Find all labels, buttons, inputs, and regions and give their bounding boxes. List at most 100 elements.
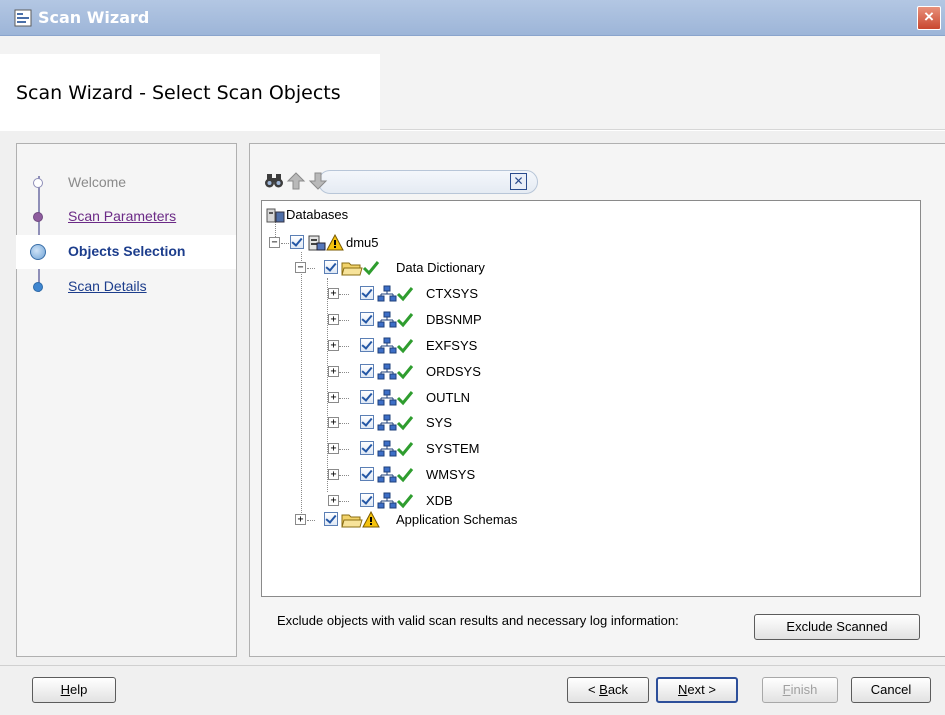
expand-icon[interactable]: + — [295, 514, 306, 525]
step-welcome[interactable]: Welcome — [16, 166, 236, 200]
current-step-icon — [30, 244, 46, 260]
tree-checkbox[interactable] — [360, 467, 374, 481]
tree-node-application-schemas[interactable]: + Application Schemas — [294, 510, 594, 530]
clear-filter-icon: ✕ — [513, 174, 524, 188]
page-title: Scan Wizard - Select Scan Objects — [16, 82, 341, 104]
tree-node-schema[interactable]: + EXFSYS — [328, 336, 628, 356]
expand-icon[interactable]: + — [328, 443, 339, 454]
tree-node-label: XDB — [426, 493, 453, 508]
tree-node-schema[interactable]: + CTXSYS — [328, 284, 628, 304]
close-icon: × — [924, 7, 934, 26]
schema-icon — [377, 492, 397, 509]
step-dot-icon — [33, 178, 43, 188]
tree-node-label: SYS — [426, 415, 453, 430]
tree-node-label: EXFSYS — [426, 338, 478, 353]
tree-checkbox[interactable] — [324, 260, 338, 274]
finish-button[interactable]: Finish — [762, 677, 838, 703]
valid-check-icon — [396, 416, 414, 431]
title-bar: Scan Wizard × — [0, 0, 945, 36]
warning-icon — [362, 511, 380, 528]
expand-icon[interactable]: + — [328, 314, 339, 325]
wizard-header: Scan Wizard - Select Scan Objects — [0, 36, 945, 130]
valid-check-icon — [396, 494, 414, 509]
expand-icon[interactable]: + — [328, 288, 339, 299]
collapse-icon[interactable]: − — [269, 237, 280, 248]
warning-icon — [326, 234, 344, 251]
arrow-down-icon[interactable] — [308, 171, 328, 191]
schema-icon — [377, 440, 397, 457]
schema-icon — [377, 466, 397, 483]
valid-check-icon — [396, 391, 414, 406]
tree-node-label: OUTLN — [426, 390, 471, 405]
close-window-button[interactable]: × — [917, 6, 941, 30]
schema-icon — [377, 337, 397, 354]
step-scan-details-label[interactable]: Scan Details — [68, 278, 147, 294]
step-objects-selection-label: Objects Selection — [68, 243, 186, 259]
valid-check-icon — [362, 261, 380, 276]
tree-checkbox[interactable] — [360, 390, 374, 404]
tree-node-label: SYSTEM — [426, 441, 480, 456]
step-objects-selection[interactable]: Objects Selection — [16, 235, 236, 269]
filter-field[interactable] — [318, 170, 538, 194]
tree-checkbox[interactable] — [360, 493, 374, 507]
folder-open-icon — [341, 262, 363, 276]
tree-checkbox[interactable] — [360, 286, 374, 300]
objects-tree[interactable]: Databases − dmu5 − Data Dictionary + CTX… — [261, 200, 921, 597]
window-title: Scan Wizard — [38, 8, 150, 27]
valid-check-icon — [396, 287, 414, 302]
exclude-scanned-button[interactable]: Exclude Scanned — [754, 614, 920, 640]
tree-node-label: DBSNMP — [426, 312, 482, 327]
valid-check-icon — [396, 468, 414, 483]
tree-checkbox[interactable] — [360, 364, 374, 378]
tree-node-schema[interactable]: + ORDSYS — [328, 362, 628, 382]
tree-node-data-dictionary[interactable]: − Data Dictionary — [294, 258, 594, 278]
tree-node-label: CTXSYS — [426, 286, 479, 301]
step-scan-details[interactable]: Scan Details — [16, 270, 236, 304]
databases-folder-icon — [266, 208, 285, 223]
exclude-description: Exclude objects with valid scan results … — [277, 613, 679, 628]
tree-node-label: ORDSYS — [426, 364, 481, 379]
expand-icon[interactable]: + — [328, 469, 339, 480]
expand-icon[interactable]: + — [328, 495, 339, 506]
tree-checkbox[interactable] — [360, 312, 374, 326]
tree-node-label: WMSYS — [426, 467, 476, 482]
tree-node-schema[interactable]: + WMSYS — [328, 465, 628, 485]
tree-node-label: dmu5 — [346, 235, 379, 250]
back-button[interactable]: < Back — [567, 677, 649, 703]
step-scan-parameters-label[interactable]: Scan Parameters — [68, 208, 176, 224]
database-icon — [308, 235, 326, 251]
scan-wizard-app-icon — [14, 9, 32, 27]
step-welcome-label: Welcome — [68, 174, 127, 190]
tree-checkbox[interactable] — [360, 338, 374, 352]
tree-node-schema[interactable]: + SYSTEM — [328, 439, 628, 459]
tree-node-schema[interactable]: + XDB — [328, 491, 628, 511]
schema-icon — [377, 389, 397, 406]
help-button[interactable]: Help — [32, 677, 116, 703]
tree-node-databases[interactable]: Databases — [266, 205, 566, 225]
step-scan-parameters[interactable]: Scan Parameters — [16, 200, 236, 234]
valid-check-icon — [396, 442, 414, 457]
tree-checkbox[interactable] — [290, 235, 304, 249]
schema-icon — [377, 363, 397, 380]
tree-node-database[interactable]: − dmu5 — [268, 233, 568, 253]
expand-icon[interactable]: + — [328, 366, 339, 377]
binoculars-icon[interactable] — [264, 171, 284, 191]
expand-icon[interactable]: + — [328, 340, 339, 351]
valid-check-icon — [396, 313, 414, 328]
tree-node-schema[interactable]: + OUTLN — [328, 388, 628, 408]
clear-filter-button[interactable]: ✕ — [510, 173, 527, 190]
tree-node-schema[interactable]: + DBSNMP — [328, 310, 628, 330]
tree-node-label: Data Dictionary — [396, 260, 485, 275]
expand-icon[interactable]: + — [328, 417, 339, 428]
tree-node-schema[interactable]: + SYS — [328, 413, 628, 433]
arrow-up-icon[interactable] — [286, 171, 306, 191]
collapse-icon[interactable]: − — [295, 262, 306, 273]
next-button[interactable]: Next > — [656, 677, 738, 703]
tree-node-label: Databases — [286, 207, 349, 222]
tree-checkbox[interactable] — [360, 441, 374, 455]
tree-checkbox[interactable] — [360, 415, 374, 429]
step-dot-icon — [33, 282, 43, 292]
expand-icon[interactable]: + — [328, 392, 339, 403]
cancel-button[interactable]: Cancel — [851, 677, 931, 703]
tree-checkbox[interactable] — [324, 512, 338, 526]
